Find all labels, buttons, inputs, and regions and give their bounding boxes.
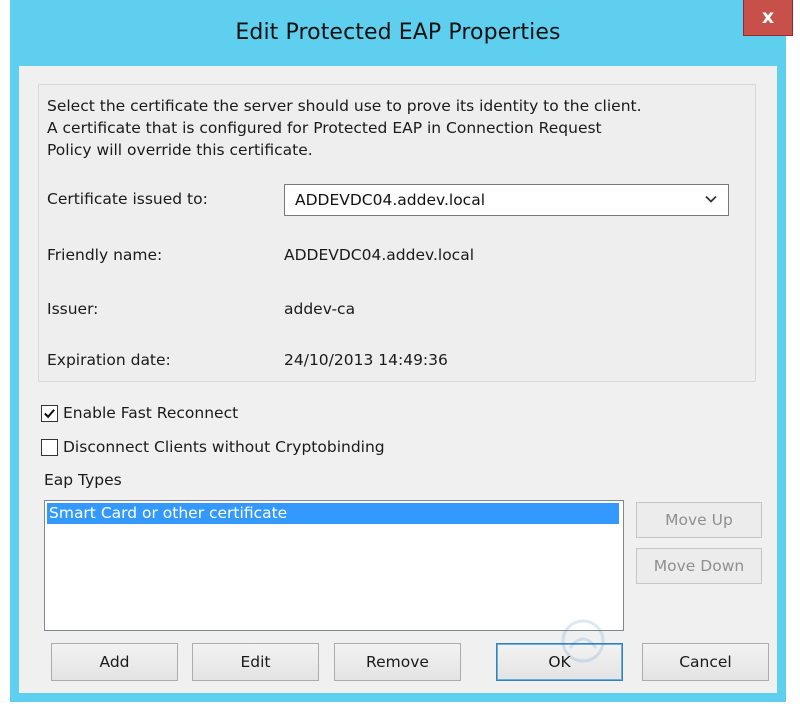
- dialog-window: Edit Protected EAP Properties x Select t…: [10, 0, 793, 702]
- issuer-value: addev-ca: [284, 300, 356, 318]
- checkmark-icon: [44, 409, 55, 419]
- description-line-1: Select the certificate the server should…: [47, 97, 642, 115]
- remove-button[interactable]: Remove: [334, 643, 461, 681]
- issuer-label: Issuer:: [47, 300, 99, 318]
- chevron-down-icon: [705, 195, 717, 203]
- disconnect-clients-checkbox[interactable]: [41, 439, 58, 456]
- certificate-select[interactable]: ADDEVDC04.addev.local: [284, 184, 729, 216]
- eap-types-label: Eap Types: [44, 471, 122, 489]
- add-button[interactable]: Add: [51, 643, 178, 681]
- cancel-button[interactable]: Cancel: [642, 643, 769, 681]
- list-item[interactable]: Smart Card or other certificate: [47, 503, 619, 524]
- expiration-label: Expiration date:: [47, 351, 171, 369]
- watermark-icon: [561, 619, 605, 663]
- window-title: Edit Protected EAP Properties: [235, 20, 561, 45]
- disconnect-clients-label: Disconnect Clients without Cryptobinding: [63, 438, 385, 456]
- title-bar[interactable]: Edit Protected EAP Properties x: [10, 0, 793, 66]
- move-up-button[interactable]: Move Up: [636, 502, 762, 538]
- move-down-button[interactable]: Move Down: [636, 548, 762, 584]
- close-icon: x: [761, 6, 775, 28]
- description-line-2: A certificate that is configured for Pro…: [47, 119, 602, 137]
- fast-reconnect-checkbox[interactable]: [41, 405, 58, 422]
- expiration-value: 24/10/2013 14:49:36: [284, 351, 448, 369]
- certificate-select-value: ADDEVDC04.addev.local: [295, 191, 486, 209]
- dialog-body: Select the certificate the server should…: [19, 66, 777, 693]
- close-button[interactable]: x: [743, 0, 793, 36]
- friendly-name-value: ADDEVDC04.addev.local: [284, 246, 475, 264]
- edit-button[interactable]: Edit: [192, 643, 319, 681]
- eap-types-list[interactable]: Smart Card or other certificate: [44, 500, 624, 631]
- description-line-3: Policy will override this certificate.: [47, 141, 313, 159]
- issued-to-label: Certificate issued to:: [47, 190, 208, 208]
- friendly-name-label: Friendly name:: [47, 246, 163, 264]
- description-text: Select the certificate the server should…: [47, 95, 737, 161]
- fast-reconnect-label: Enable Fast Reconnect: [63, 404, 239, 422]
